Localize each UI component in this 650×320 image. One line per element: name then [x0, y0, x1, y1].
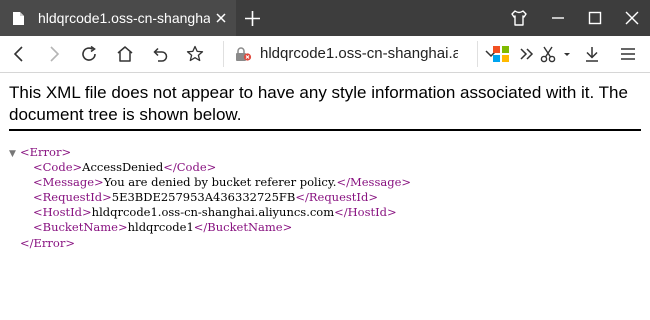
xml-root-open-line[interactable]: ▼ <Error>	[9, 145, 641, 160]
address-bar[interactable]: hldqrcode1.oss-cn-shanghai.aliyuncs.com	[223, 41, 478, 67]
close-window-icon[interactable]	[622, 8, 642, 28]
xml-text-value: AccessDenied	[82, 160, 164, 175]
title-bar: hldqrcode1.oss-cn-shanghai.aliyuncs.com	[0, 0, 650, 36]
navigation-toolbar: hldqrcode1.oss-cn-shanghai.aliyuncs.com	[0, 36, 650, 73]
menu-icon[interactable]	[618, 44, 638, 64]
maximize-icon[interactable]	[585, 8, 605, 28]
new-tab-icon[interactable]	[244, 10, 261, 27]
minimize-icon[interactable]	[548, 8, 568, 28]
xml-close-tag: </Code>	[163, 160, 217, 175]
shirt-icon[interactable]	[509, 8, 529, 28]
xml-open-tag: <Code>	[33, 160, 83, 175]
xml-close-tag: </BucketName>	[193, 220, 293, 235]
apps-grid-icon[interactable]	[491, 44, 511, 64]
xml-text-value: You are denied by bucket referer policy.	[103, 175, 337, 190]
xml-element-line: <HostId>hldqrcode1.oss-cn-shanghai.aliyu…	[9, 205, 641, 220]
xml-open-tag: <Error>	[20, 145, 72, 159]
xml-element-line: <Code>AccessDenied</Code>	[9, 160, 641, 175]
forward-icon[interactable]	[44, 44, 64, 64]
xml-text-value: hldqrcode1	[127, 220, 194, 235]
insecure-lock-icon[interactable]	[234, 46, 252, 62]
back-icon[interactable]	[9, 44, 29, 64]
xml-tree: ▼ <Error> <Code>AccessDenied</Code> <Messa…	[9, 145, 641, 251]
xml-close-tag: </RequestId>	[295, 190, 378, 205]
xml-text-value: 5E3BDE257953A436332725FB	[111, 190, 296, 205]
scissors-icon[interactable]	[538, 44, 558, 64]
url-text: hldqrcode1.oss-cn-shanghai.aliyuncs.com	[260, 45, 458, 62]
xml-open-tag: <RequestId>	[33, 190, 112, 205]
xml-element-line: <BucketName>hldqrcode1</BucketName>	[9, 220, 641, 235]
browser-tab[interactable]: hldqrcode1.oss-cn-shanghai.aliyuncs.com	[0, 0, 236, 36]
xml-element-line: <Message>You are denied by bucket refere…	[9, 175, 641, 190]
double-chevron-right-icon[interactable]	[517, 44, 537, 64]
reload-icon[interactable]	[79, 44, 99, 64]
xml-element-line: <RequestId>5E3BDE257953A436332725FB</Req…	[9, 190, 641, 205]
dropdown-arrow-icon[interactable]	[561, 44, 573, 64]
xml-close-tag: </Error>	[20, 235, 75, 250]
download-icon[interactable]	[582, 44, 602, 64]
xml-root-close-line: </Error>	[9, 236, 641, 251]
page-favicon-icon	[13, 12, 24, 25]
xml-open-tag: <Message>	[33, 175, 104, 190]
collapse-triangle-icon[interactable]: ▼	[9, 147, 20, 162]
bookmark-star-icon[interactable]	[185, 44, 205, 64]
home-icon[interactable]	[115, 44, 135, 64]
xml-style-notice: This XML file does not appear to have an…	[9, 83, 628, 124]
undo-icon[interactable]	[150, 44, 170, 64]
xml-open-tag: <BucketName>	[33, 220, 128, 235]
divider	[9, 129, 641, 131]
xml-close-tag: </HostId>	[334, 205, 397, 220]
tab-title: hldqrcode1.oss-cn-shanghai.aliyuncs.com	[38, 10, 210, 26]
xml-close-tag: </Message>	[336, 175, 412, 190]
close-tab-icon[interactable]	[214, 11, 228, 25]
xml-text-value: hldqrcode1.oss-cn-shanghai.aliyuncs.com	[91, 205, 335, 220]
xml-open-tag: <HostId>	[33, 205, 92, 220]
